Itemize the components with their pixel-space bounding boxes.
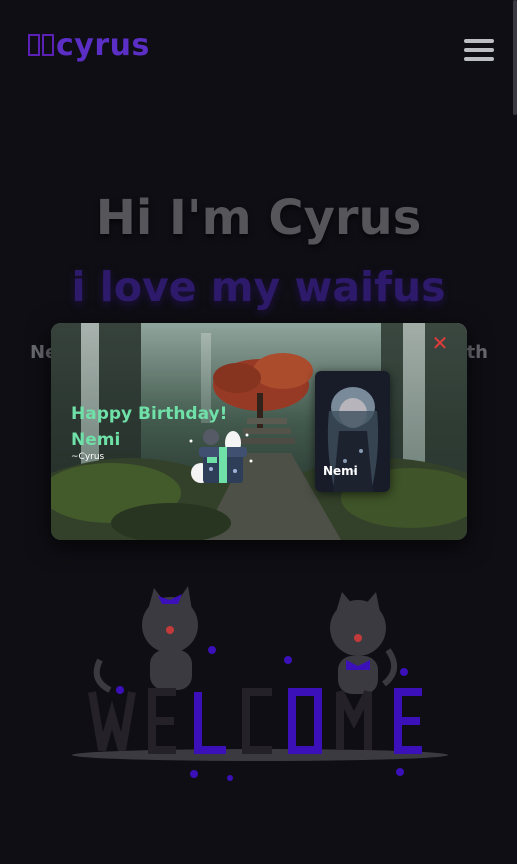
welcome-illustration	[72, 586, 448, 781]
welcome-letters	[88, 688, 422, 754]
hero-title: Hi I'm Cyrus	[95, 190, 422, 246]
greeting-signature: ~Cyrus	[71, 452, 105, 462]
close-icon[interactable]: ✕	[430, 333, 450, 353]
logo-glyph-icon	[28, 34, 54, 56]
cat-left-icon	[93, 586, 198, 693]
birthday-popup: ✕ Happy Birthday! Nemi ~Cyrus Nemi	[51, 323, 467, 540]
character-card-name: Nemi	[323, 464, 358, 478]
gift-box-icon[interactable]	[181, 421, 261, 491]
hamburger-menu-icon[interactable]	[464, 39, 494, 63]
logo[interactable]: cyrus	[28, 30, 150, 62]
hero-subtitle: i love my waifus	[71, 263, 446, 311]
character-card[interactable]: Nemi	[315, 371, 390, 492]
logo-text: cyrus	[56, 28, 150, 63]
site-header: cyrus	[0, 0, 517, 115]
cat-right-icon	[330, 592, 397, 694]
scrollbar[interactable]	[513, 0, 517, 115]
